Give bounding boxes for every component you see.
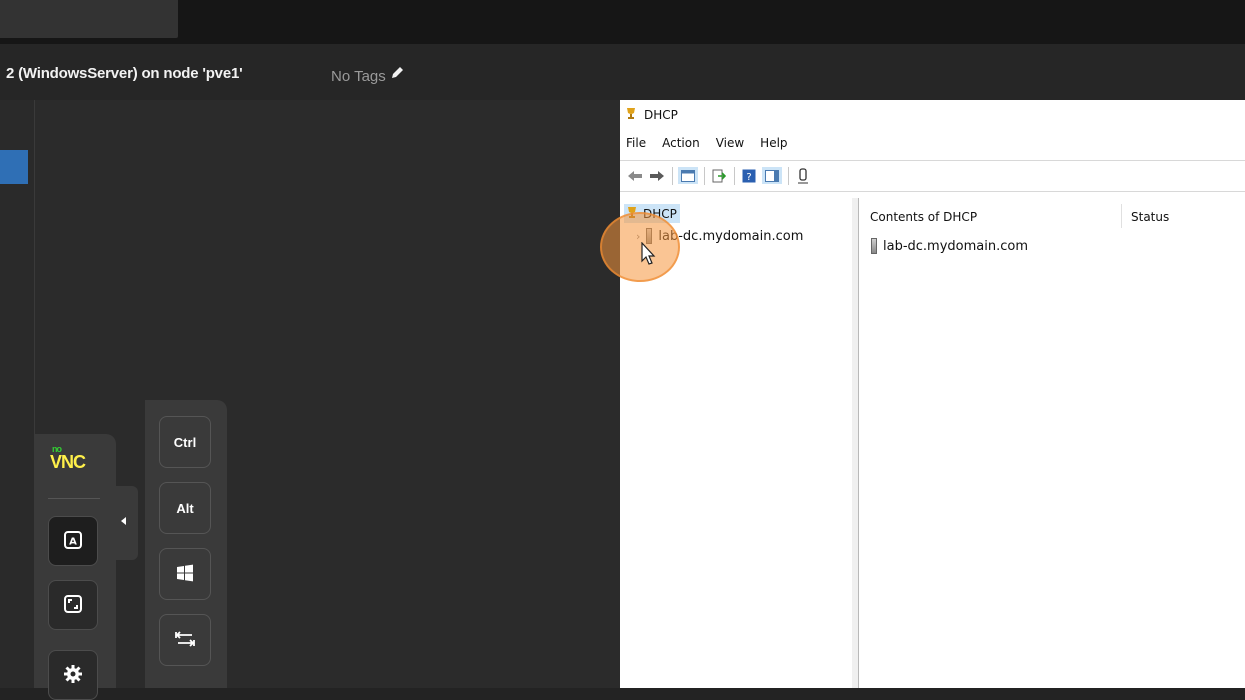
toolbar-separator [704, 167, 705, 185]
export-list-icon[interactable] [710, 167, 728, 184]
menu-file[interactable]: File [624, 136, 648, 150]
alt-key-button[interactable]: Alt [159, 482, 211, 534]
tags-label: No Tags [331, 68, 386, 85]
forward-arrow-icon[interactable] [648, 167, 666, 184]
control-bar-handle[interactable] [116, 486, 138, 560]
dhcp-window: DHCP File Action View Help ? DHCP › lab-… [620, 100, 1245, 688]
windows-icon [175, 563, 195, 586]
tags-area[interactable]: No Tags [331, 65, 405, 85]
list-header: Contents of DHCP Status [859, 198, 1245, 228]
svg-text:?: ? [746, 172, 751, 183]
extra-keys-panel: Ctrl Alt [145, 400, 227, 688]
column-header-contents[interactable]: Contents of DHCP [870, 210, 977, 224]
novnc-logo: no VNC [50, 444, 86, 473]
menu-bar: File Action View Help [624, 136, 790, 150]
vm-console-area[interactable] [35, 100, 620, 688]
help-icon[interactable]: ? [740, 167, 758, 184]
server-status-icon[interactable] [794, 167, 812, 184]
column-header-status[interactable]: Status [1131, 210, 1169, 224]
menu-action[interactable]: Action [660, 136, 702, 150]
vm-title-bar: 2 (WindowsServer) on node 'pve1' No Tags [0, 44, 1245, 101]
show-hide-tree-icon[interactable] [678, 167, 698, 184]
novnc-logo-no: no [52, 444, 62, 454]
toolbar-separator [788, 167, 789, 185]
list-item[interactable]: lab-dc.mydomain.com [871, 238, 1028, 254]
menu-help[interactable]: Help [758, 136, 789, 150]
menu-view[interactable]: View [714, 136, 746, 150]
browser-topbar [0, 0, 1245, 44]
selected-nav-item[interactable] [0, 150, 28, 184]
keyboard-icon: A [63, 530, 83, 553]
results-pane: Contents of DHCP Status lab-dc.mydomain.… [859, 198, 1245, 688]
keyboard-button[interactable]: A [48, 516, 98, 566]
fullscreen-icon [63, 594, 83, 617]
dhcp-trophy-icon [624, 106, 638, 123]
gear-icon [63, 664, 83, 687]
pane-splitter[interactable] [852, 198, 859, 688]
svg-text:A: A [69, 536, 77, 547]
pencil-icon[interactable] [389, 65, 405, 85]
windows-key-button[interactable] [159, 548, 211, 600]
left-navigation-rail [0, 100, 35, 688]
tab-key-button[interactable] [159, 614, 211, 666]
novnc-logo-vnc: VNC [50, 452, 86, 472]
server-icon [871, 238, 877, 254]
window-title-text: DHCP [644, 107, 678, 122]
novnc-control-bar: no VNC A [34, 434, 116, 700]
toolbar: ? [620, 160, 1245, 192]
fullscreen-button[interactable] [48, 580, 98, 630]
settings-button[interactable] [48, 650, 98, 700]
collapse-arrow-icon [121, 517, 126, 525]
tab-icon [174, 629, 196, 652]
toolbar-separator [672, 167, 673, 185]
back-arrow-icon[interactable] [626, 167, 644, 184]
show-action-pane-icon[interactable] [762, 167, 782, 184]
toolbar-separator [734, 167, 735, 185]
vm-title: 2 (WindowsServer) on node 'pve1' [6, 65, 243, 82]
ctrl-key-button[interactable]: Ctrl [159, 416, 211, 468]
window-title: DHCP [624, 106, 678, 123]
tree-item-server-label: lab-dc.mydomain.com [658, 228, 804, 244]
browser-tab[interactable] [0, 0, 178, 38]
list-item-name: lab-dc.mydomain.com [883, 238, 1028, 254]
mouse-pointer-icon [640, 241, 656, 271]
column-separator[interactable] [1121, 204, 1122, 228]
divider [48, 498, 100, 499]
